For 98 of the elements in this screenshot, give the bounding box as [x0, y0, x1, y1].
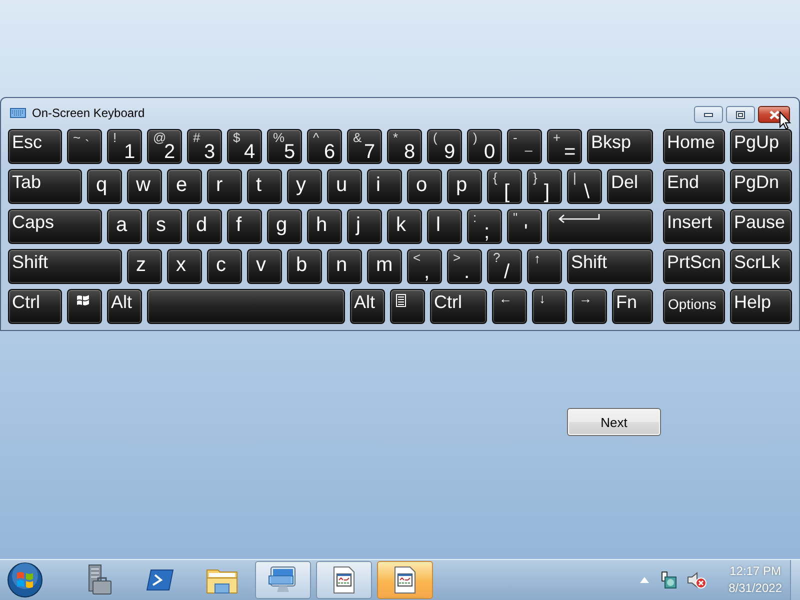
keyboard-key[interactable]: o	[407, 169, 442, 204]
keyboard-key[interactable]: Bksp	[587, 129, 653, 164]
keyboard-key[interactable]: x	[167, 249, 202, 284]
keyboard-key[interactable]: Pause	[730, 209, 792, 244]
keyboard-key[interactable]: n	[327, 249, 362, 284]
start-orb-icon[interactable]	[7, 562, 43, 598]
keyboard-key[interactable]: PgUp	[730, 129, 792, 164]
keyboard-key[interactable]: q	[87, 169, 122, 204]
keyboard-key[interactable]: p	[447, 169, 482, 204]
monitor-keyboard-icon	[268, 566, 298, 594]
keyboard-key[interactable]: & 7	[347, 129, 382, 164]
menu-key-icon	[396, 294, 406, 307]
keyboard-key[interactable]: c	[207, 249, 242, 284]
keyboard-key[interactable]: y	[287, 169, 322, 204]
keyboard-key[interactable]: a	[107, 209, 142, 244]
keyboard-key[interactable]: u	[327, 169, 362, 204]
network-icon[interactable]	[658, 571, 677, 589]
keyboard-key[interactable]: " '	[507, 209, 542, 244]
keyboard-key[interactable]: g	[267, 209, 302, 244]
keyboard-key[interactable]: Ctrl	[430, 289, 487, 324]
keyboard-key[interactable]: $ 4	[227, 129, 262, 164]
windows-logo-icon	[76, 294, 90, 307]
keyboard-key[interactable]: : ;	[467, 209, 502, 244]
keyboard-key[interactable]: Shift	[8, 249, 122, 284]
enter-arrow-icon	[558, 213, 600, 223]
keyboard-key[interactable]: ? /	[487, 249, 522, 284]
keyboard-key[interactable]: Caps	[8, 209, 102, 244]
window-title: On-Screen Keyboard	[32, 106, 145, 120]
mouse-cursor-icon	[779, 111, 791, 130]
keyboard-key[interactable]: ←	[492, 289, 527, 324]
keyboard-key[interactable]: % 5	[267, 129, 302, 164]
keyboard-key[interactable]: Tab	[8, 169, 82, 204]
keyboard-key[interactable]: Home	[663, 129, 725, 164]
keyboard-key[interactable]: Alt	[350, 289, 385, 324]
taskbar-window-button[interactable]	[316, 561, 372, 599]
keyboard-key[interactable]: @ 2	[147, 129, 182, 164]
keyboard-key[interactable]: →	[572, 289, 607, 324]
keyboard-key[interactable]: ) 0	[467, 129, 502, 164]
keyboard-key[interactable]: ^ 6	[307, 129, 342, 164]
speaker-muted-icon[interactable]	[686, 571, 707, 589]
keyboard-key[interactable]: - _	[507, 129, 542, 164]
keyboard-key[interactable]: m	[367, 249, 402, 284]
taskbar-window-button[interactable]	[255, 561, 311, 599]
keyboard-key[interactable]: v	[247, 249, 282, 284]
keyboard-key[interactable]: f	[227, 209, 262, 244]
keyboard-key[interactable]: { [	[487, 169, 522, 204]
keyboard-icon	[10, 108, 26, 118]
keyboard-key[interactable]: + =	[547, 129, 582, 164]
keyboard-key[interactable]: r	[207, 169, 242, 204]
keyboard-key[interactable]: > .	[447, 249, 482, 284]
keyboard-key[interactable]: } ]	[527, 169, 562, 204]
terminal-prompt-icon[interactable]	[146, 568, 174, 592]
keyboard-key[interactable]: d	[187, 209, 222, 244]
keyboard-key[interactable]: < ,	[407, 249, 442, 284]
document-icon	[393, 566, 417, 594]
maximize-icon	[736, 110, 745, 118]
keyboard-key[interactable]: ~ `	[67, 129, 102, 164]
minimize-button[interactable]	[694, 106, 723, 123]
keyboard-key[interactable]: Esc	[8, 129, 62, 164]
keyboard-key[interactable]	[390, 289, 425, 324]
keyboard-key[interactable]: Help	[730, 289, 792, 324]
keyboard-key[interactable]: b	[287, 249, 322, 284]
keyboard-key[interactable]: Options	[663, 289, 725, 324]
taskbar-window-button[interactable]	[377, 561, 433, 599]
document-icon	[332, 566, 356, 594]
keyboard-key[interactable]: t	[247, 169, 282, 204]
keyboard-key[interactable]: End	[663, 169, 725, 204]
keyboard-key[interactable]: j	[347, 209, 382, 244]
minimize-icon	[704, 112, 713, 116]
keyboard-key[interactable]: ↑	[527, 249, 562, 284]
keyboard-key[interactable]: Shift	[567, 249, 653, 284]
keyboard-key[interactable]: ↓	[532, 289, 567, 324]
keyboard-key[interactable]: ScrLk	[730, 249, 792, 284]
keyboard-key[interactable]: z	[127, 249, 162, 284]
keyboard-key[interactable]: ( 9	[427, 129, 462, 164]
keyboard-key[interactable]: l	[427, 209, 462, 244]
keyboard-key[interactable]: h	[307, 209, 342, 244]
keyboard-key[interactable]: Ctrl	[8, 289, 62, 324]
keyboard-key[interactable]: s	[147, 209, 182, 244]
keyboard-key[interactable]: # 3	[187, 129, 222, 164]
keyboard-key[interactable]: k	[387, 209, 422, 244]
next-button[interactable]: Next	[567, 408, 661, 436]
keyboard-key[interactable]: PrtScn	[663, 249, 725, 284]
keyboard-key[interactable]: * 8	[387, 129, 422, 164]
keyboard-key[interactable]	[67, 289, 102, 324]
keyboard-key[interactable]: e	[167, 169, 202, 204]
keyboard-key[interactable]: ! 1	[107, 129, 142, 164]
keyboard-key[interactable]: Del	[607, 169, 653, 204]
keyboard-key[interactable]: | \	[567, 169, 602, 204]
close-icon	[768, 110, 780, 120]
keyboard-key[interactable]: i	[367, 169, 402, 204]
keyboard-key[interactable]: Insert	[663, 209, 725, 244]
maximize-button[interactable]	[726, 106, 755, 123]
keyboard-key[interactable]: Alt	[107, 289, 142, 324]
keyboard-key[interactable]: Fn	[612, 289, 653, 324]
space-bar-key[interactable]	[147, 289, 345, 324]
keyboard-key[interactable]: PgDn	[730, 169, 792, 204]
keyboard-key[interactable]: w	[127, 169, 162, 204]
